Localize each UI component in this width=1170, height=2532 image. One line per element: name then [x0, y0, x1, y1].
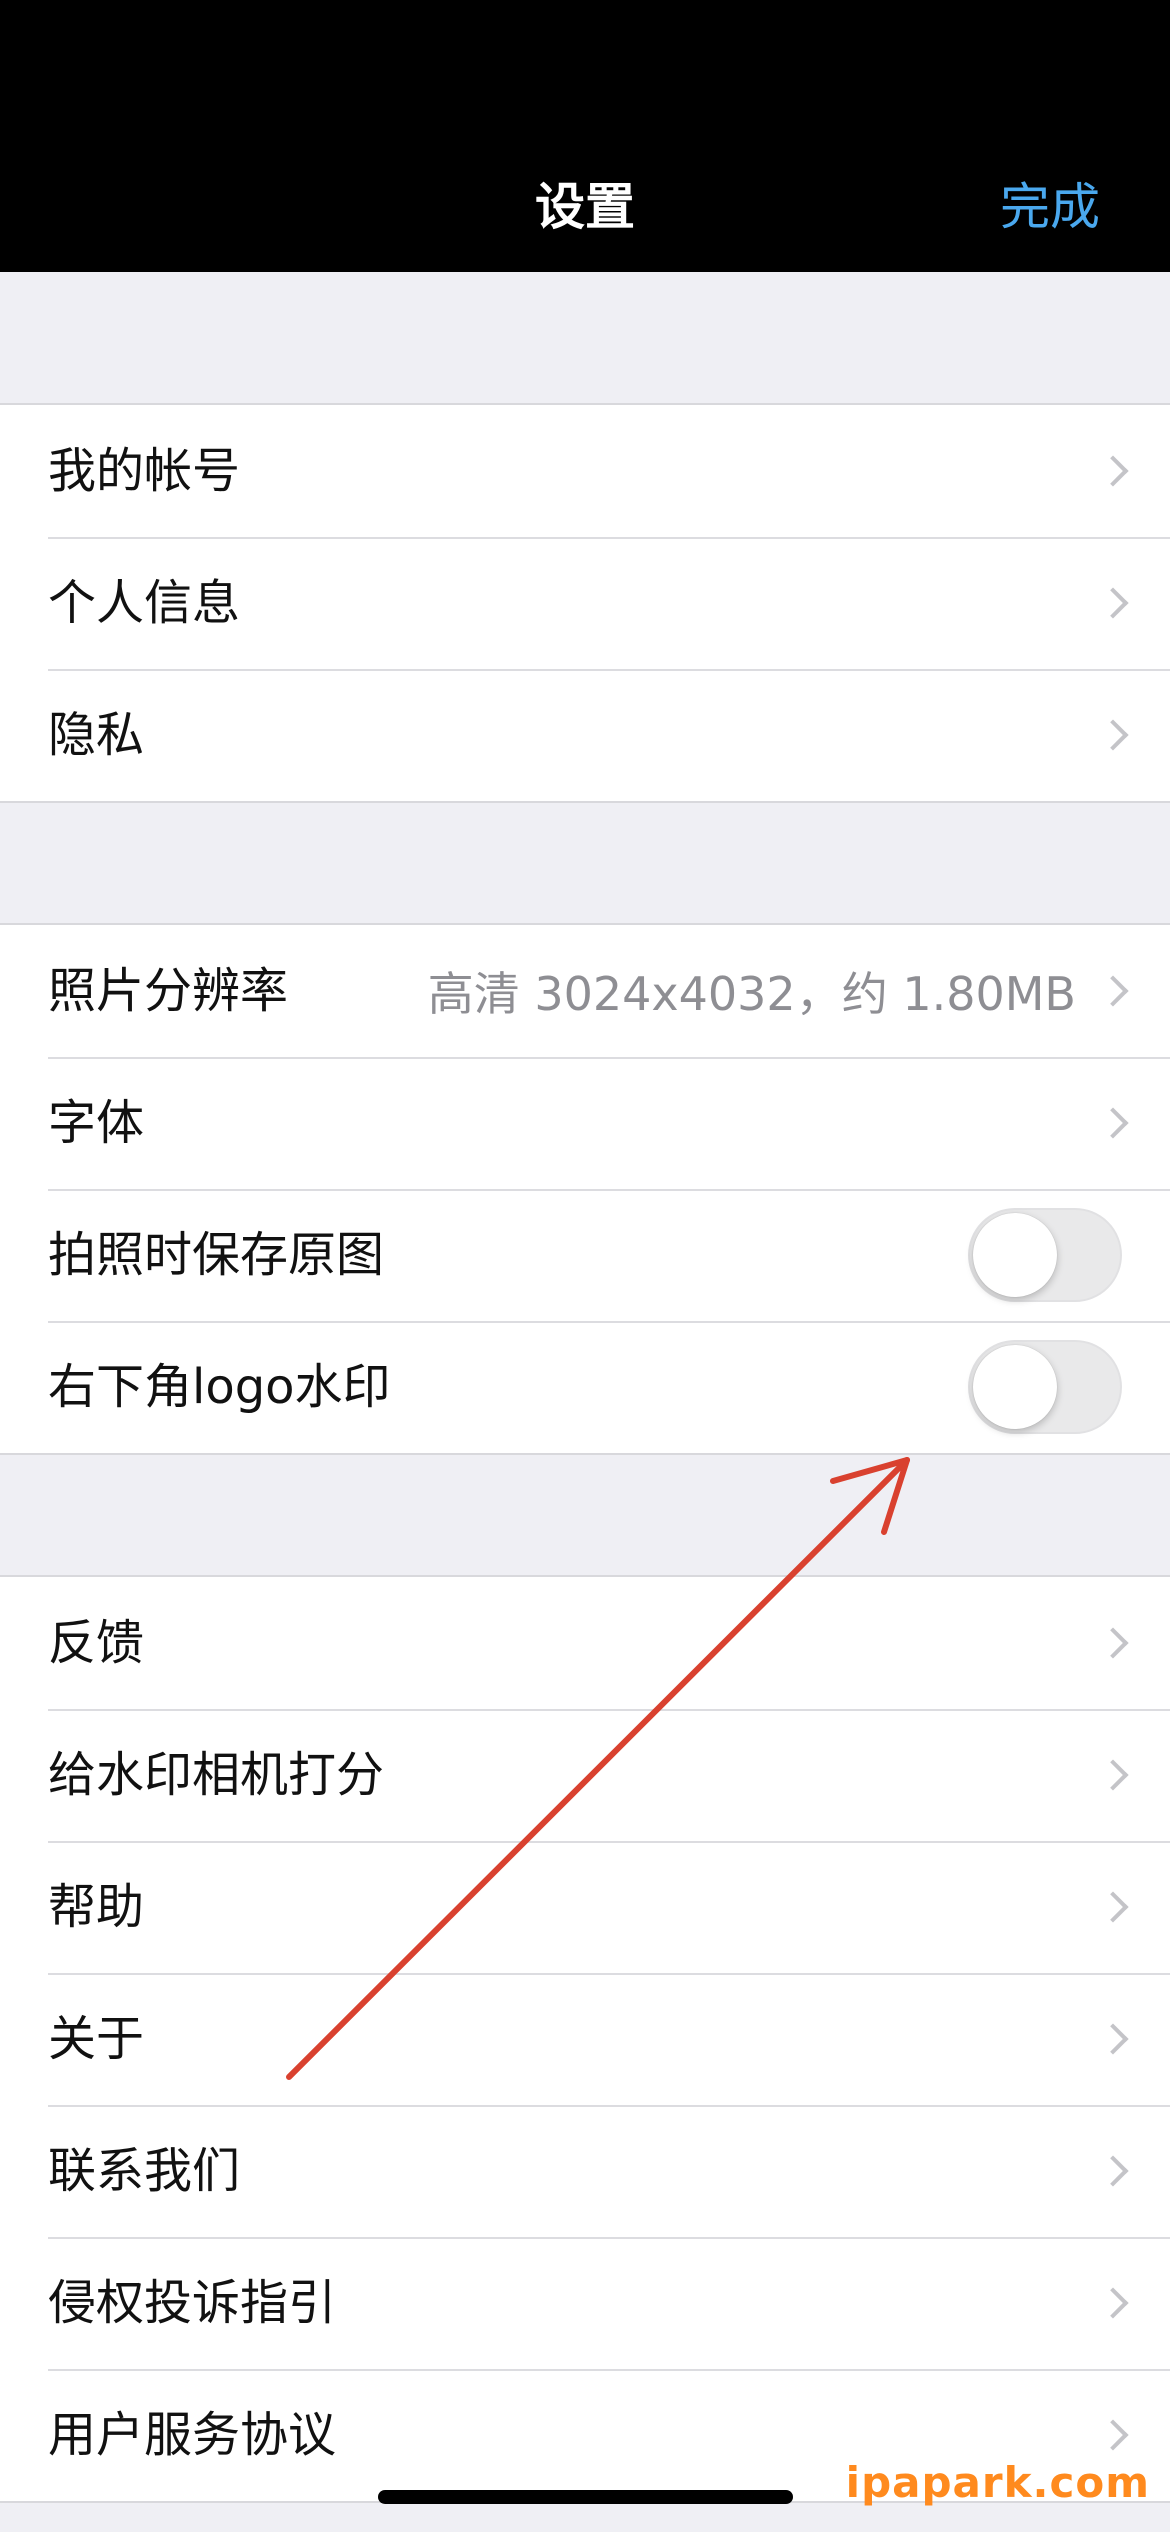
chevron-right-icon: [1097, 2155, 1129, 2187]
account-group: 我的帐号 个人信息 隐私: [0, 403, 1170, 803]
row-label: 侵权投诉指引: [48, 2275, 337, 2331]
about-group: 反馈 给水印相机打分 帮助 关于 联系我们 侵权投诉指引 用户服务协议: [0, 1575, 1170, 2503]
chevron-right-icon: [1097, 975, 1129, 1007]
page-title: 设置: [535, 178, 635, 236]
row-help[interactable]: 帮助: [0, 1841, 1170, 1973]
row-label: 给水印相机打分: [48, 1747, 385, 1803]
navigation-bar: 设置 完成: [0, 0, 1170, 272]
chevron-right-icon: [1097, 719, 1129, 751]
row-rate-app[interactable]: 给水印相机打分: [0, 1709, 1170, 1841]
settings-screen: 设置 完成 我的帐号 个人信息 隐私 照片分辨率 高清 3024x4032，约 …: [0, 0, 1170, 2532]
chevron-right-icon: [1097, 587, 1129, 619]
row-label: 用户服务协议: [48, 2407, 337, 2463]
row-label: 我的帐号: [48, 443, 241, 499]
row-photo-resolution[interactable]: 照片分辨率 高清 3024x4032，约 1.80MB: [0, 925, 1170, 1057]
row-label: 隐私: [48, 707, 145, 763]
logo-watermark-toggle[interactable]: [968, 1340, 1122, 1434]
row-feedback[interactable]: 反馈: [0, 1577, 1170, 1709]
row-contact-us[interactable]: 联系我们: [0, 2105, 1170, 2237]
row-logo-watermark: 右下角logo水印: [0, 1321, 1170, 1453]
row-label: 拍照时保存原图: [48, 1227, 385, 1283]
chevron-right-icon: [1097, 1107, 1129, 1139]
site-watermark: ipapark.com: [845, 2458, 1150, 2507]
chevron-right-icon: [1097, 1891, 1129, 1923]
toggle-knob: [973, 1213, 1057, 1297]
chevron-right-icon: [1097, 1627, 1129, 1659]
chevron-right-icon: [1097, 2287, 1129, 2319]
resolution-value: 高清 3024x4032，约 1.80MB: [427, 967, 1076, 1021]
row-label: 个人信息: [48, 575, 241, 631]
chevron-right-icon: [1097, 2023, 1129, 2055]
camera-settings-group: 照片分辨率 高清 3024x4032，约 1.80MB 字体 拍照时保存原图 右…: [0, 923, 1170, 1455]
row-label: 反馈: [48, 1615, 145, 1671]
row-privacy[interactable]: 隐私: [0, 669, 1170, 801]
row-label: 帮助: [48, 1879, 145, 1935]
toggle-knob: [973, 1345, 1057, 1429]
row-label: 联系我们: [48, 2143, 241, 2199]
home-indicator: [378, 2490, 793, 2504]
chevron-right-icon: [1097, 2419, 1129, 2451]
row-my-account[interactable]: 我的帐号: [0, 405, 1170, 537]
row-save-original: 拍照时保存原图: [0, 1189, 1170, 1321]
row-personal-info[interactable]: 个人信息: [0, 537, 1170, 669]
chevron-right-icon: [1097, 1759, 1129, 1791]
done-button[interactable]: 完成: [1000, 172, 1100, 242]
row-infringement-guide[interactable]: 侵权投诉指引: [0, 2237, 1170, 2369]
save-original-toggle[interactable]: [968, 1208, 1122, 1302]
row-label: 字体: [48, 1095, 145, 1151]
row-about[interactable]: 关于: [0, 1973, 1170, 2105]
row-label: 右下角logo水印: [48, 1359, 391, 1415]
row-font[interactable]: 字体: [0, 1057, 1170, 1189]
chevron-right-icon: [1097, 455, 1129, 487]
row-label: 照片分辨率: [48, 963, 289, 1019]
row-label: 关于: [48, 2011, 145, 2067]
